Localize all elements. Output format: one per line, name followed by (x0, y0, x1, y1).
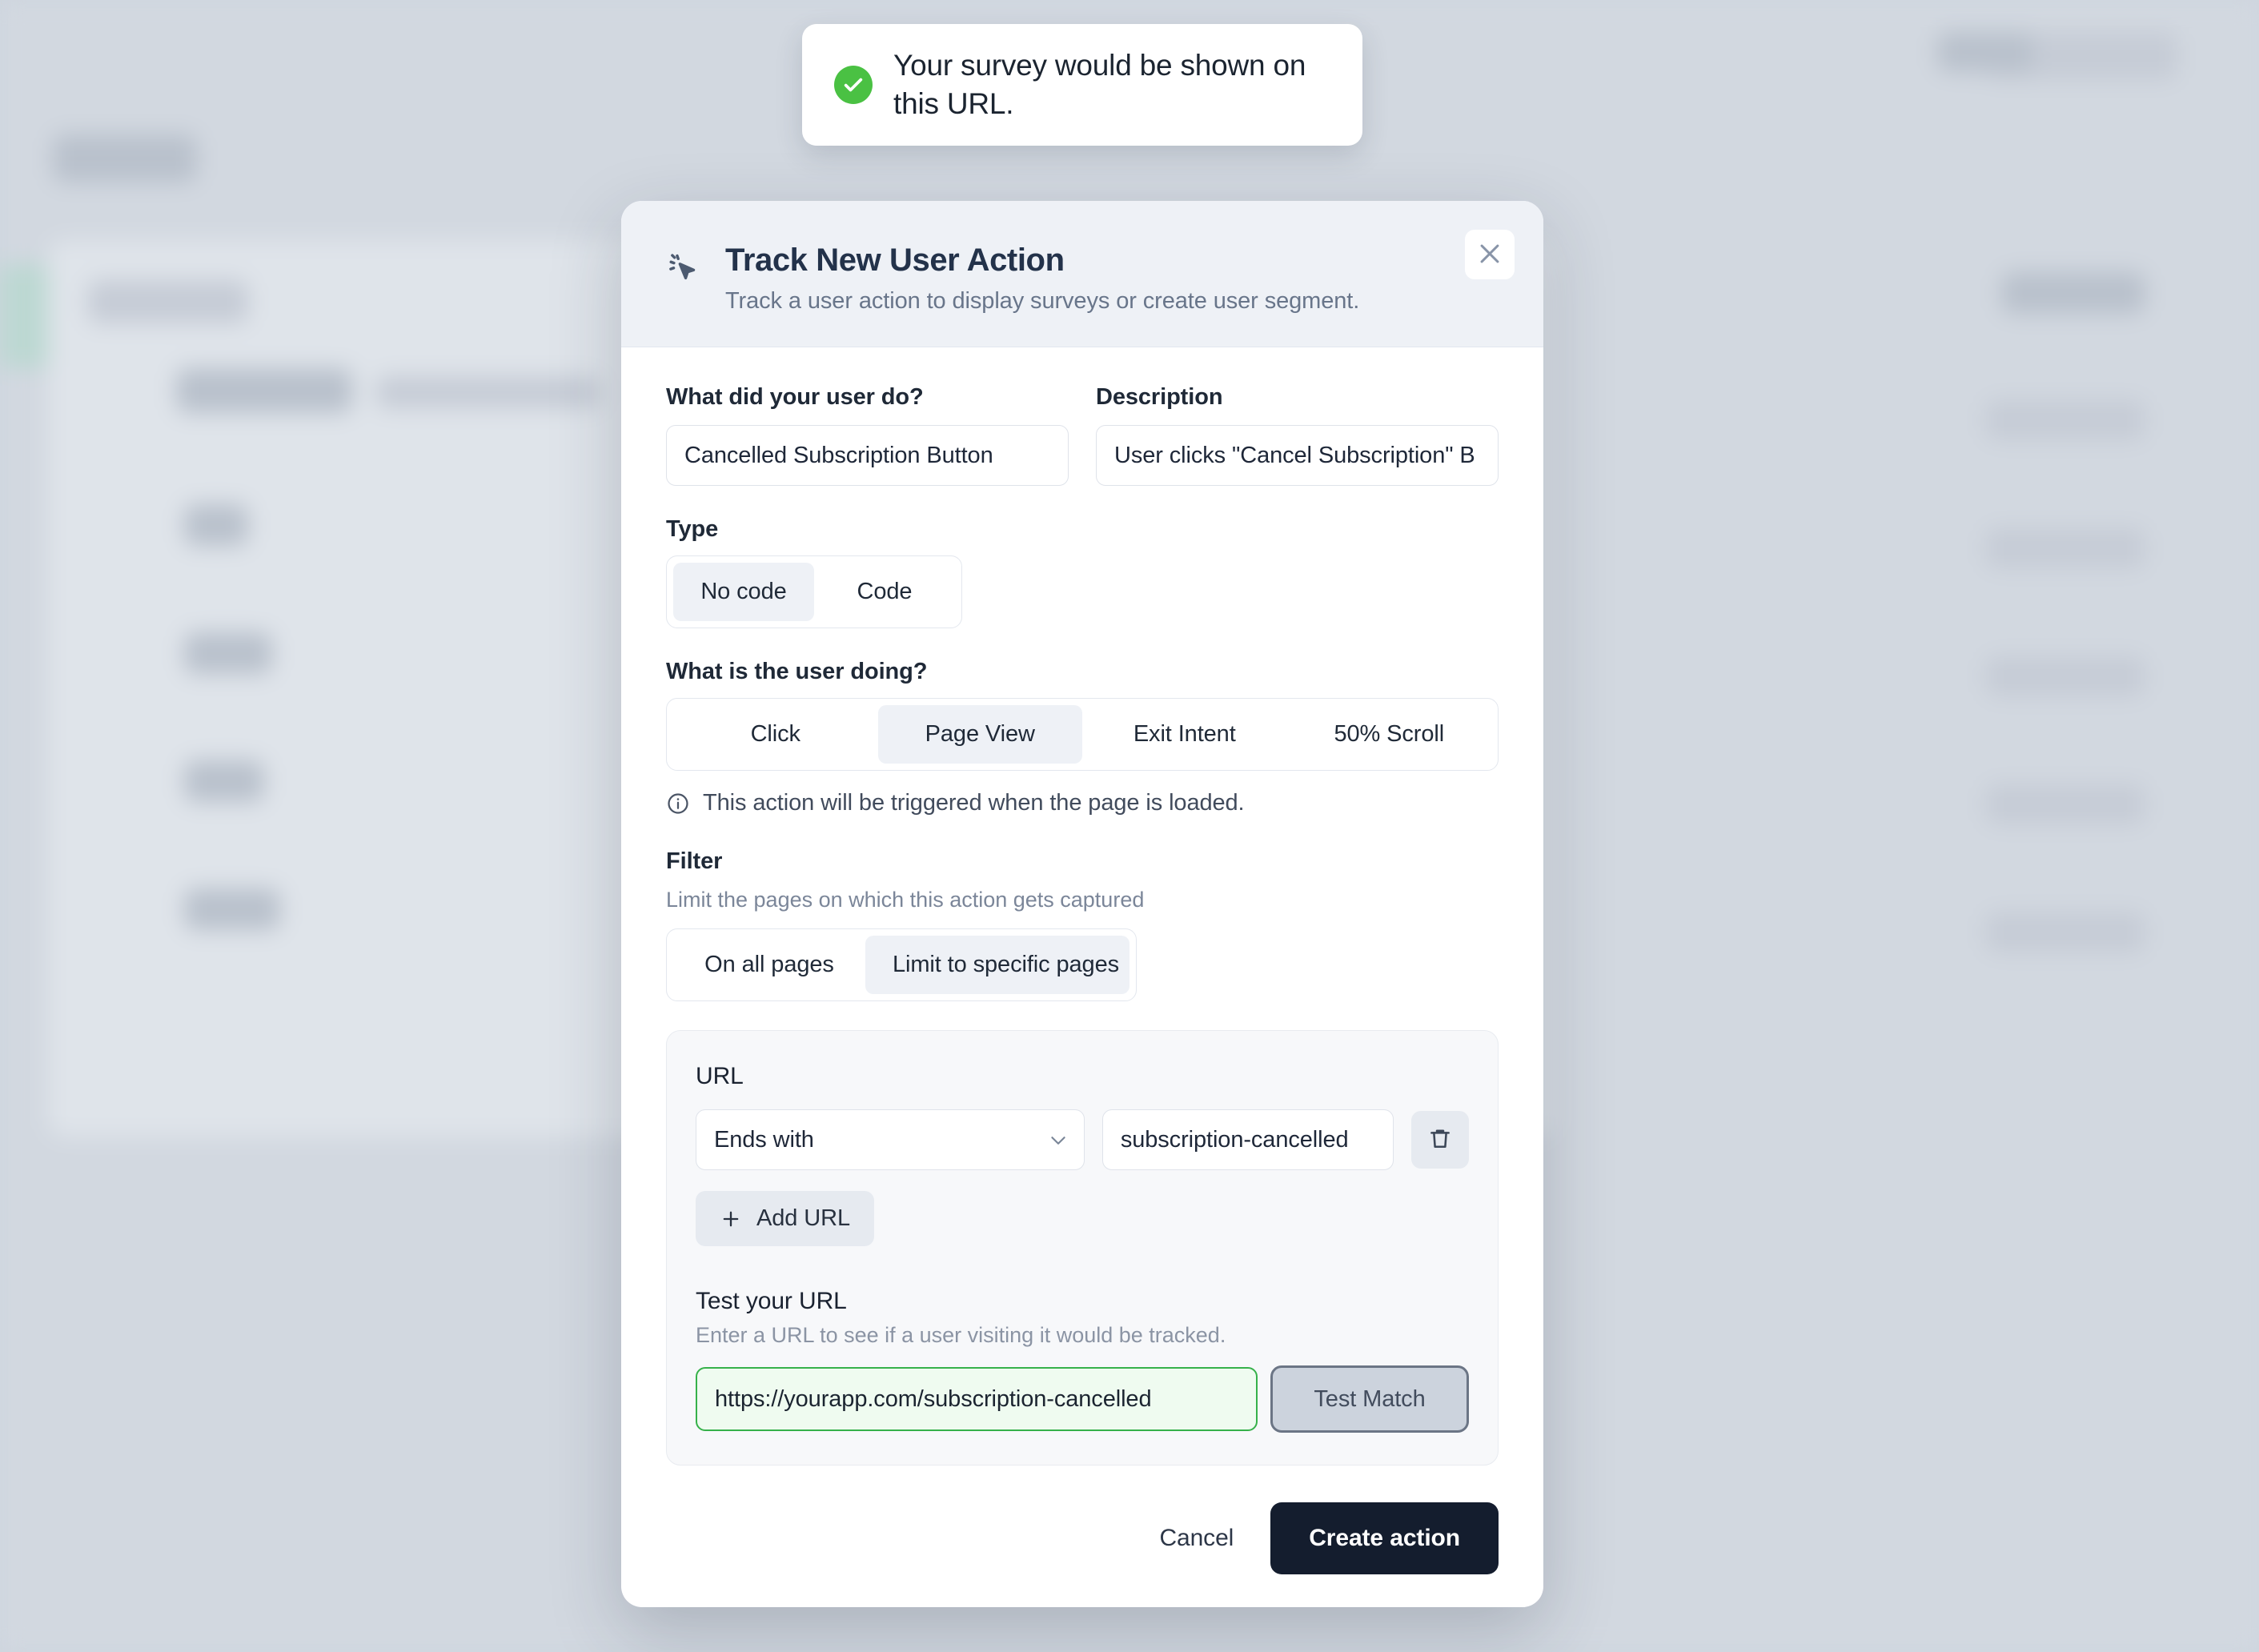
modal-footer: Cancel Create action (621, 1466, 1543, 1607)
success-toast: Your survey would be shown on this URL. (802, 24, 1362, 146)
plus-icon (720, 1208, 742, 1230)
cancel-button[interactable]: Cancel (1159, 1525, 1234, 1552)
add-url-button[interactable]: Add URL (696, 1191, 874, 1246)
url-rule-value-input[interactable] (1101, 1109, 1394, 1170)
description-field-group: Description (1096, 384, 1499, 486)
create-action-button[interactable]: Create action (1270, 1502, 1499, 1574)
url-filter-panel: URL Ends with subscription-cancelled Add… (666, 1030, 1499, 1466)
filter-group: Filter Limit the pages on which this act… (666, 848, 1499, 1001)
cursor-click-icon (666, 251, 701, 286)
close-button[interactable] (1465, 230, 1515, 279)
add-url-label: Add URL (756, 1205, 850, 1231)
toast-message: Your survey would be shown on this URL. (893, 49, 1306, 121)
type-segmented-control: No code Code (666, 555, 962, 628)
url-rule-row: Ends with (696, 1109, 1469, 1170)
test-url-sublabel: Enter a URL to see if a user visiting it… (696, 1323, 1226, 1347)
chevron-down-icon (1048, 1130, 1069, 1151)
name-field-label: What did your user do? (666, 384, 924, 410)
type-option-code[interactable]: Code (814, 563, 955, 621)
name-description-row: What did your user do? Description (666, 384, 1499, 486)
trash-icon (1426, 1125, 1454, 1155)
check-circle-icon (834, 66, 873, 105)
type-label: Type (666, 516, 719, 542)
info-icon (666, 792, 690, 816)
test-match-button[interactable]: Test Match (1270, 1365, 1469, 1433)
url-panel-label: URL (696, 1063, 744, 1089)
url-rule-select[interactable]: Ends with (696, 1109, 1085, 1170)
filter-segmented-control: On all pages Limit to specific pages (666, 928, 1137, 1001)
test-url-row: Test Match (696, 1365, 1469, 1433)
user-doing-option-click[interactable]: Click (673, 705, 878, 764)
trigger-hint-text: This action will be triggered when the p… (703, 790, 1245, 816)
type-option-no-code[interactable]: No code (673, 563, 814, 621)
description-field-label: Description (1096, 384, 1223, 410)
modal-body: What did your user do? Description Type … (621, 347, 1543, 1466)
user-doing-option-scroll[interactable]: 50% Scroll (1287, 705, 1492, 764)
url-rule-select-value: Ends with (714, 1126, 814, 1153)
name-field-group: What did your user do? (666, 384, 1069, 486)
test-url-input[interactable] (696, 1367, 1258, 1431)
filter-option-specific-pages[interactable]: Limit to specific pages (865, 936, 1130, 994)
modal-subtitle: Track a user action to display surveys o… (725, 288, 1360, 314)
user-doing-label: What is the user doing? (666, 659, 928, 684)
track-new-user-action-modal: Track New User Action Track a user actio… (621, 201, 1543, 1607)
filter-option-all-pages[interactable]: On all pages (673, 936, 865, 994)
close-icon (1476, 240, 1503, 270)
filter-label: Filter (666, 848, 723, 874)
action-description-input[interactable] (1096, 425, 1499, 486)
url-rule-select-wrap: Ends with (696, 1109, 1085, 1170)
user-doing-segmented-control: Click Page View Exit Intent 50% Scroll (666, 698, 1499, 771)
modal-header: Track New User Action Track a user actio… (621, 201, 1543, 347)
filter-sublabel: Limit the pages on which this action get… (666, 888, 1145, 912)
user-doing-option-exit-intent[interactable]: Exit Intent (1082, 705, 1287, 764)
action-name-input[interactable] (666, 425, 1069, 486)
type-group: Type No code Code (666, 516, 1499, 628)
test-url-label: Test your URL (696, 1288, 847, 1314)
user-doing-option-page-view[interactable]: Page View (877, 705, 1082, 764)
user-doing-group: What is the user doing? Click Page View … (666, 659, 1499, 816)
delete-url-button[interactable] (1410, 1111, 1469, 1169)
trigger-hint: This action will be triggered when the p… (666, 790, 1499, 816)
page-title: Track New User Action (725, 243, 1065, 278)
